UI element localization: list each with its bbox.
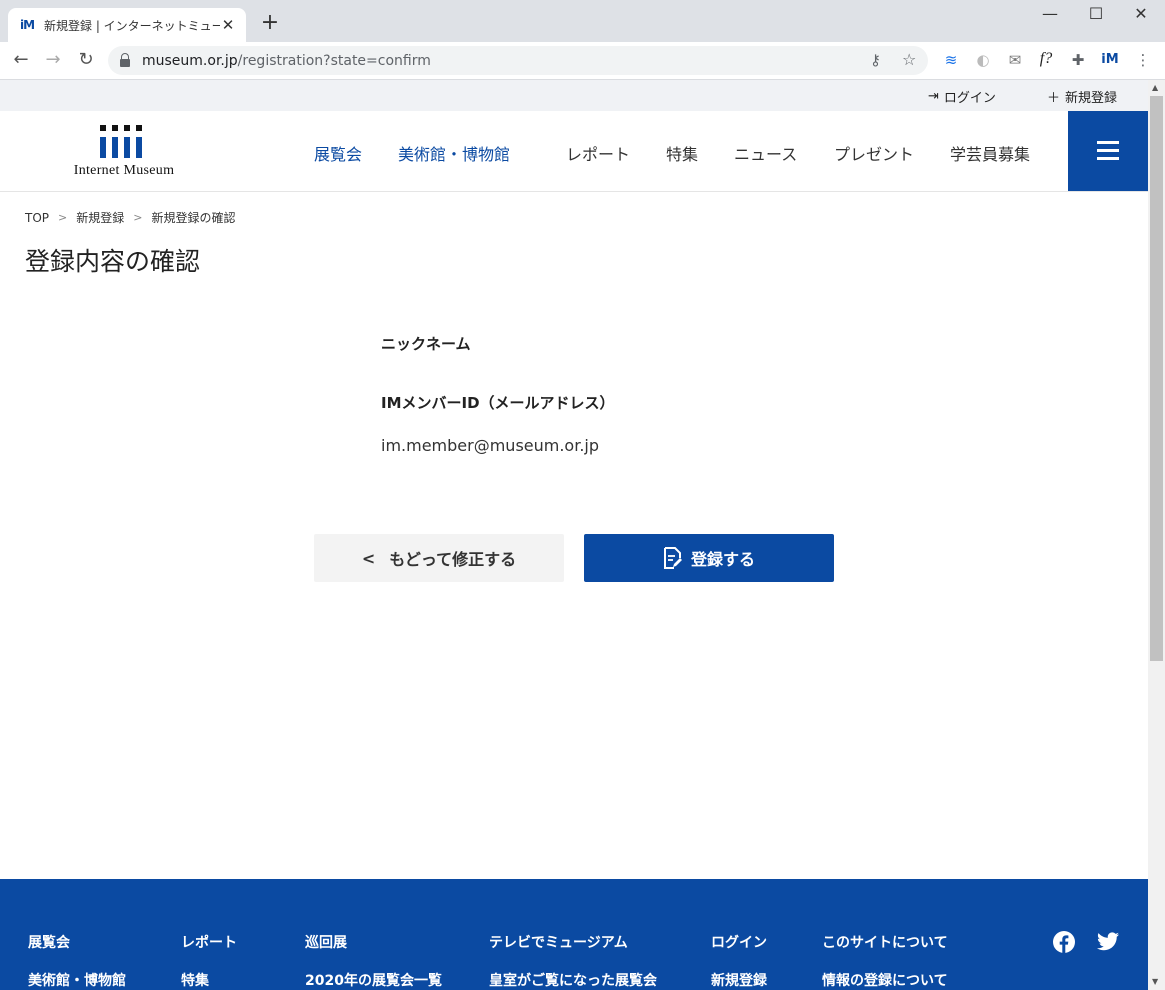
footer-link-register[interactable]: 新規登録 — [711, 970, 767, 990]
logo-text: Internet Museum — [73, 163, 175, 178]
footer-link-touring[interactable]: 巡回展 — [305, 932, 347, 952]
browser-tabstrip: iM 新規登録 | インターネットミュージアム ✕ + — ☐ ✕ — [0, 0, 1165, 42]
key-icon[interactable]: ⚷ — [870, 51, 881, 69]
register-link[interactable]: ＋ 新規登録 — [1047, 87, 1117, 106]
login-label: ログイン — [943, 91, 996, 106]
forward-arrow-icon[interactable]: → — [42, 49, 64, 70]
page-title: 登録内容の確認 — [25, 247, 201, 276]
back-to-edit-button[interactable]: < もどって修正する — [314, 534, 564, 582]
submit-button-label: 登録する — [690, 550, 755, 569]
nav-news[interactable]: ニュース — [734, 141, 797, 165]
footer-link-tv-museum[interactable]: テレビでミュージアム — [489, 932, 628, 952]
browser-toolbar: ← → ↻ museum.or.jp/registration?state=co… — [0, 42, 1165, 80]
chevron-left-icon: < — [361, 548, 376, 568]
footer-link-2020-list[interactable]: 2020年の展覧会一覧 — [305, 970, 442, 990]
logo-mark-icon — [100, 125, 148, 159]
utility-bar: ⇥ ログイン ＋ 新規登録 — [0, 80, 1148, 111]
footer-link-exhibitions[interactable]: 展覧会 — [28, 932, 70, 952]
nickname-label: ニックネーム — [381, 335, 471, 353]
footer-link-reports[interactable]: レポート — [181, 932, 237, 952]
plus-icon: ＋ — [1047, 91, 1061, 106]
minimize-button[interactable]: — — [1035, 4, 1065, 23]
scroll-thumb[interactable] — [1150, 96, 1163, 661]
member-id-value: im.member@museum.or.jp — [381, 436, 600, 455]
site-footer: 展覧会 美術館・博物館 レポート 特集 巡回展 2020年の展覧会一覧 テレビで… — [0, 879, 1148, 990]
register-label: 新規登録 — [1065, 91, 1118, 106]
back-arrow-icon[interactable]: ← — [10, 49, 32, 70]
chevron-right-icon: > — [133, 211, 143, 224]
back-button-label: もどって修正する — [389, 550, 517, 569]
moon-extension-icon[interactable]: ◐ — [973, 51, 993, 69]
nav-presents[interactable]: プレゼント — [834, 141, 914, 165]
facebook-icon[interactable] — [1053, 931, 1075, 953]
mail-extension-icon[interactable]: ✉ — [1005, 51, 1025, 69]
twitter-icon[interactable] — [1097, 932, 1119, 951]
layers-extension-icon[interactable]: ≋ — [941, 51, 961, 69]
breadcrumb-top[interactable]: TOP — [25, 211, 49, 225]
breadcrumb-register[interactable]: 新規登録 — [76, 209, 124, 226]
tab-title: 新規登録 | インターネットミュージアム — [44, 18, 220, 33]
footer-link-login[interactable]: ログイン — [711, 932, 767, 952]
nav-curator-jobs[interactable]: 学芸員募集 — [950, 141, 1030, 165]
breadcrumb-current: 新規登録の確認 — [151, 211, 236, 225]
footer-link-about[interactable]: このサイトについて — [822, 932, 948, 952]
nav-features[interactable]: 特集 — [666, 141, 698, 165]
tab-close-icon[interactable]: ✕ — [220, 16, 236, 34]
scroll-up-icon[interactable]: ▲ — [1152, 83, 1158, 92]
footer-link-museums[interactable]: 美術館・博物館 — [28, 970, 126, 990]
font-extension-icon[interactable]: f? — [1036, 50, 1056, 68]
puzzle-extension-icon[interactable]: ✚ — [1068, 51, 1088, 69]
footer-link-info-register[interactable]: 情報の登録について — [822, 970, 948, 990]
lock-icon — [120, 52, 130, 67]
footer-link-imperial[interactable]: 皇室がご覧になった展覧会 — [489, 970, 657, 990]
star-icon[interactable]: ☆ — [902, 50, 916, 69]
reload-icon[interactable]: ↻ — [75, 49, 97, 70]
new-tab-button[interactable]: + — [259, 10, 281, 35]
hamburger-menu-button[interactable] — [1068, 111, 1148, 191]
im-extension-icon[interactable]: iM — [1100, 52, 1120, 67]
address-bar[interactable]: museum.or.jp/registration?state=confirm … — [108, 46, 928, 75]
more-menu-icon[interactable]: ⋮ — [1133, 51, 1153, 69]
site-header: Internet Museum 展覧会 美術館・博物館 レポート 特集 ニュース… — [0, 111, 1148, 192]
hamburger-icon — [1097, 141, 1119, 144]
nav-museums[interactable]: 美術館・博物館 — [398, 141, 510, 165]
scroll-down-icon[interactable]: ▼ — [1152, 977, 1158, 986]
nav-reports[interactable]: レポート — [566, 141, 630, 165]
nav-exhibitions[interactable]: 展覧会 — [314, 141, 362, 165]
breadcrumb: TOP > 新規登録 > 新規登録の確認 — [25, 209, 235, 226]
site-favicon-icon: iM — [20, 18, 35, 32]
member-id-label: IMメンバーID（メールアドレス） — [381, 394, 615, 412]
window-close-button[interactable]: ✕ — [1126, 4, 1156, 23]
site-logo[interactable]: Internet Museum — [64, 123, 184, 183]
login-icon: ⇥ — [928, 89, 939, 104]
login-link[interactable]: ⇥ ログイン — [928, 87, 996, 106]
browser-tab[interactable]: iM 新規登録 | インターネットミュージアム ✕ — [8, 8, 246, 42]
register-submit-button[interactable]: 登録する — [584, 534, 834, 582]
chevron-right-icon: > — [58, 211, 68, 224]
page-scrollbar[interactable]: ▲ ▼ — [1148, 80, 1165, 990]
footer-link-features[interactable]: 特集 — [181, 970, 209, 990]
edit-document-icon — [663, 547, 682, 569]
url-text: museum.or.jp/registration?state=confirm — [142, 52, 431, 69]
maximize-button[interactable]: ☐ — [1081, 4, 1111, 23]
